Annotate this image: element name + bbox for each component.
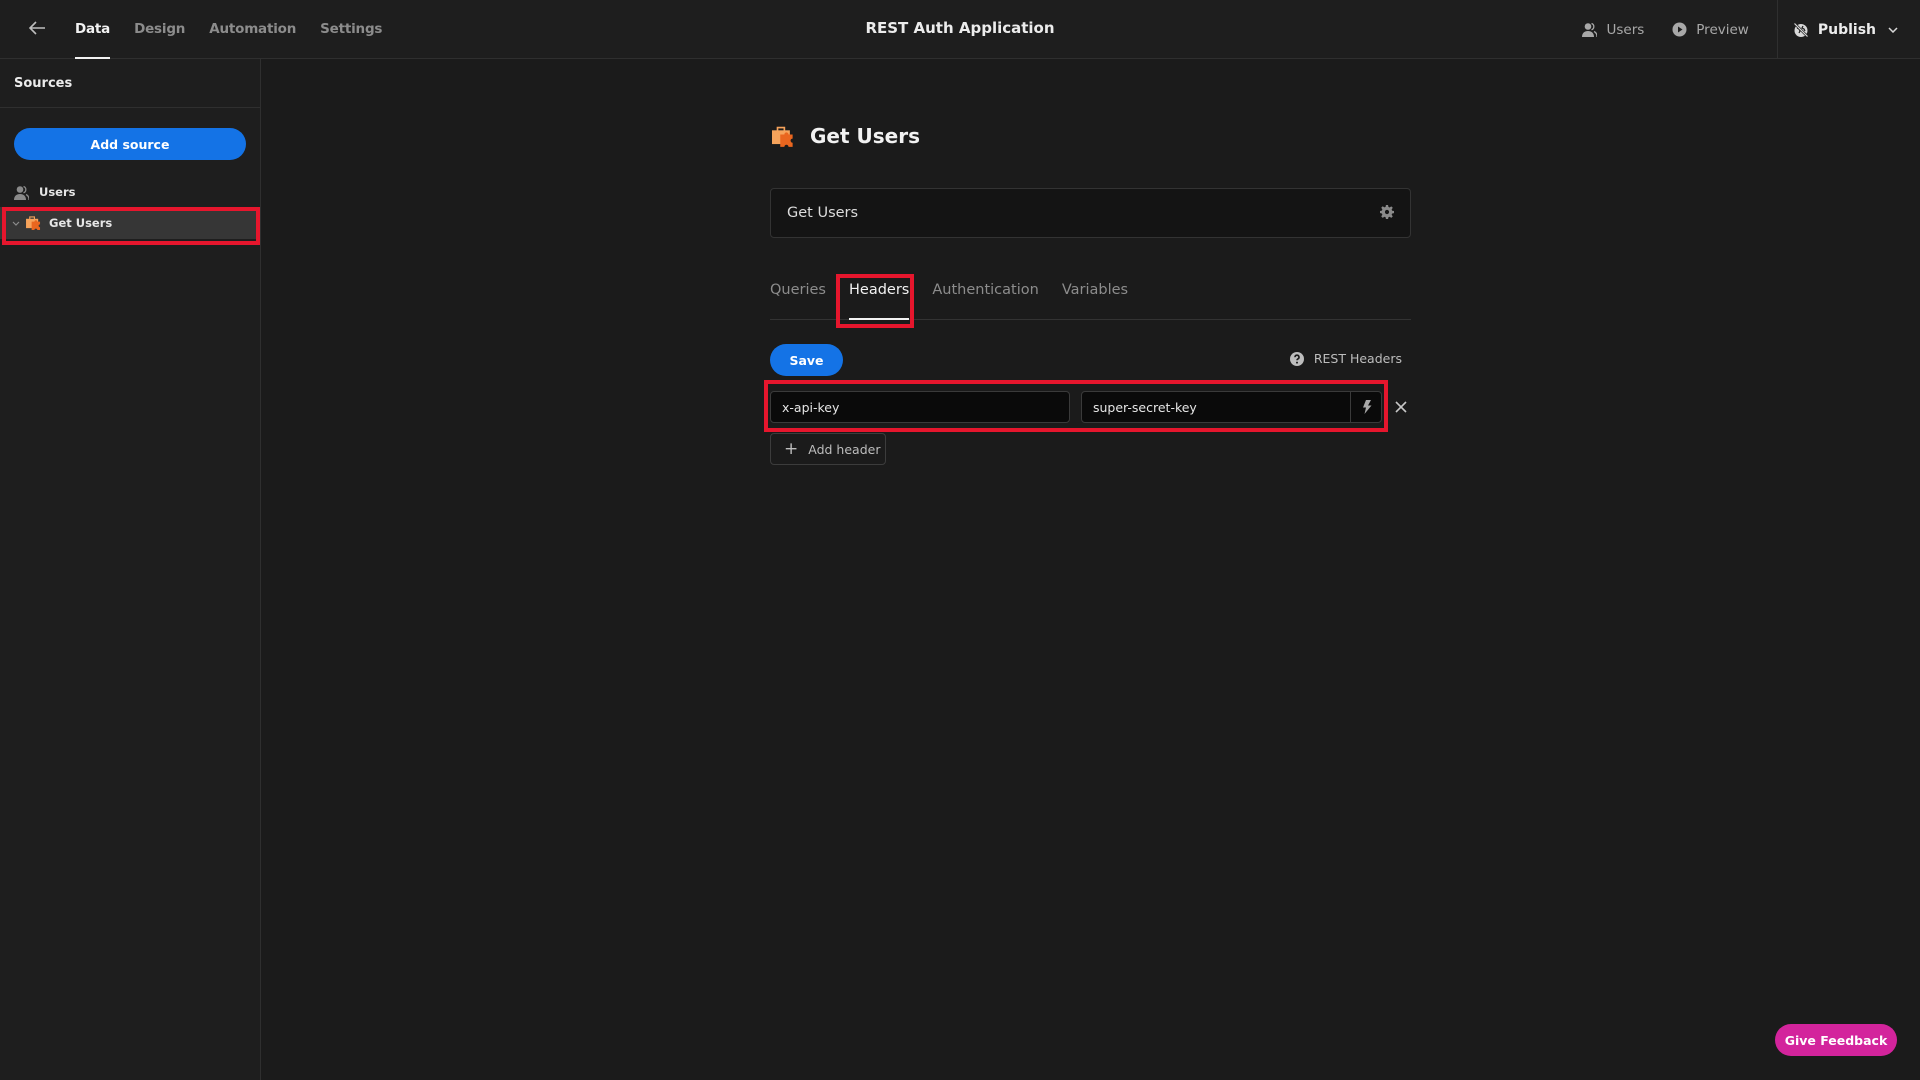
- top-nav-tabs: Data Design Automation Settings: [75, 0, 406, 59]
- help-icon: [1289, 351, 1304, 366]
- add-source-button[interactable]: Add source: [14, 128, 246, 160]
- top-tab-design[interactable]: Design: [134, 0, 185, 59]
- datasource-header: Get Users: [772, 124, 920, 148]
- plus-icon: +: [784, 438, 799, 459]
- top-divider: [1776, 0, 1778, 59]
- publish-label: Publish: [1817, 21, 1876, 38]
- tab-headers[interactable]: Headers: [849, 270, 910, 320]
- top-tab-automation[interactable]: Automation: [209, 0, 296, 59]
- page-title: Get Users: [810, 124, 920, 148]
- top-bar: Data Design Automation Settings REST Aut…: [0, 0, 1920, 59]
- save-button[interactable]: Save: [770, 344, 843, 376]
- chevron-down-icon: [1888, 26, 1898, 33]
- rest-headers-help-link[interactable]: REST Headers: [1289, 351, 1402, 366]
- top-tab-data[interactable]: Data: [75, 0, 110, 59]
- gear-icon[interactable]: [1380, 204, 1394, 223]
- users-icon: [14, 185, 29, 200]
- datasource-name-field[interactable]: Get Users: [770, 188, 1411, 238]
- sidebar-item-label: Users: [39, 185, 76, 199]
- sidebar-title: Sources: [0, 59, 260, 108]
- add-header-label: Add header: [808, 441, 881, 457]
- tab-queries[interactable]: Queries: [770, 270, 826, 319]
- sidebar-item-label: Get Users: [49, 216, 113, 230]
- users-label: Users: [1606, 21, 1645, 38]
- tab-authentication[interactable]: Authentication: [932, 270, 1038, 319]
- preview-button[interactable]: Preview: [1672, 22, 1749, 38]
- top-tab-settings[interactable]: Settings: [320, 0, 382, 59]
- arrow-left-icon: [28, 21, 45, 35]
- close-icon: [1395, 401, 1407, 413]
- rest-headers-help-label: REST Headers: [1313, 351, 1402, 366]
- globe-off-icon: [1793, 22, 1809, 37]
- back-button[interactable]: [28, 19, 50, 39]
- datasource-name-value: Get Users: [787, 205, 859, 221]
- users-icon: [1582, 22, 1598, 37]
- rest-api-icon: [772, 126, 793, 147]
- lightning-bolt-icon: [1362, 400, 1371, 414]
- rest-api-icon: [26, 216, 41, 230]
- binding-button[interactable]: [1350, 391, 1382, 423]
- sidebar-item-users[interactable]: Users: [0, 176, 260, 208]
- datasource-tabs: Queries Headers Authentication Variables: [770, 270, 1411, 320]
- play-circle-icon: [1672, 22, 1687, 37]
- sidebar: Sources Add source Users Get Users: [0, 59, 261, 1080]
- publish-button[interactable]: Publish: [1793, 22, 1898, 38]
- header-key-input[interactable]: [770, 391, 1070, 423]
- header-value-input[interactable]: [1081, 391, 1382, 423]
- chevron-down-icon[interactable]: [12, 218, 26, 229]
- give-feedback-button[interactable]: Give Feedback: [1775, 1024, 1897, 1056]
- preview-label: Preview: [1696, 21, 1749, 38]
- users-button[interactable]: Users: [1582, 22, 1644, 38]
- add-header-button[interactable]: + Add header: [770, 433, 886, 465]
- tab-variables[interactable]: Variables: [1062, 270, 1128, 319]
- sidebar-item-get-users[interactable]: Get Users: [0, 207, 260, 239]
- remove-header-button[interactable]: [1392, 398, 1410, 416]
